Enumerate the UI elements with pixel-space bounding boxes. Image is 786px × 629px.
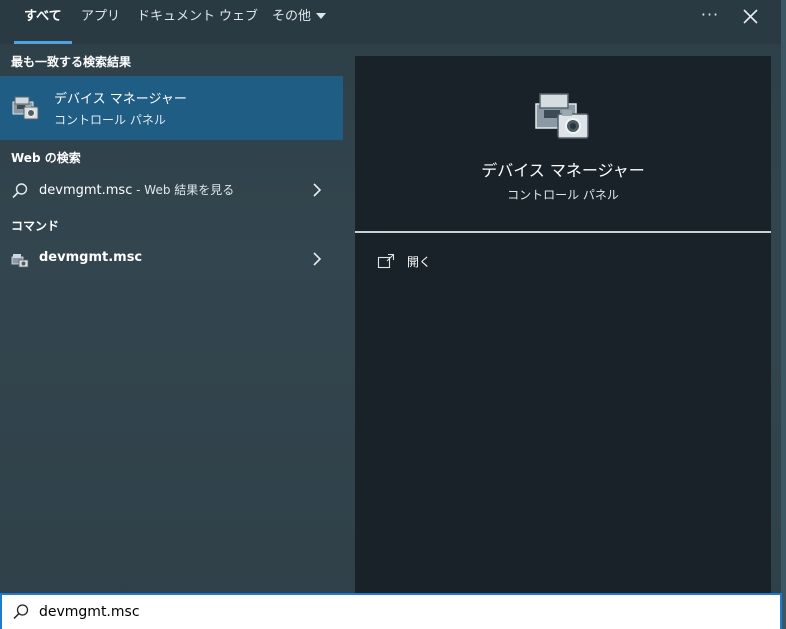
best-match-heading: 最も一致する検索結果 [11,55,132,69]
web-search-text: devmgmt.msc - Web 結果を見る [39,181,234,198]
preview-panel: デバイス マネージャー コントロール パネル 開く [355,56,771,593]
preview-divider [355,231,771,233]
best-match-subtitle: コントロール パネル [54,113,166,127]
web-search-query: devmgmt.msc [39,183,133,198]
commands-heading: コマンド [11,219,60,233]
windows-search-window: すべて アプリ ドキュメント ウェブ その他 ··· 最も一致する検索結果 デバ… [0,0,786,629]
more-options-button[interactable]: ··· [696,4,724,30]
web-search-heading: Web の検索 [11,151,81,165]
preview-subtitle: コントロール パネル [507,188,619,202]
tab-all-label: すべて [24,9,62,24]
chevron-right-icon [313,183,322,197]
preview-title: デバイス マネージャー [481,161,645,180]
search-icon [13,604,29,620]
tab-more[interactable]: その他 [272,0,327,44]
results-panel: 最も一致する検索結果 デバイス マネージャー コントロール パネル Web の検… [0,44,343,593]
search-box[interactable] [0,593,782,629]
best-match-title: デバイス マネージャー [54,92,187,107]
tab-apps-label: アプリ [81,9,121,24]
command-label: devmgmt.msc [39,250,143,265]
web-search-result[interactable]: devmgmt.msc - Web 結果を見る [0,173,343,207]
device-manager-icon [535,93,589,139]
tab-web-label: ウェブ [219,9,259,24]
best-match-result[interactable]: デバイス マネージャー コントロール パネル [0,76,343,140]
close-button[interactable] [738,4,764,30]
open-action[interactable]: 開く [377,252,497,274]
tab-apps[interactable]: アプリ [81,0,120,44]
search-icon [12,183,28,199]
chevron-down-icon [316,12,327,19]
window-edge [781,0,786,629]
tab-all[interactable]: すべて [14,0,72,44]
tab-documents[interactable]: ドキュメント [137,0,215,44]
tab-web[interactable]: ウェブ [219,0,258,44]
device-manager-icon [11,254,29,268]
search-input[interactable] [39,601,759,623]
more-icon: ··· [700,5,720,24]
close-icon [743,9,758,24]
command-result[interactable]: devmgmt.msc [0,242,343,276]
open-icon [377,253,395,269]
open-action-label: 開く [407,255,432,269]
web-search-suffix: - Web 結果を見る [132,183,235,197]
tab-documents-label: ドキュメント [137,9,216,24]
chevron-right-icon [313,252,322,266]
device-manager-icon [12,96,39,120]
tab-more-label: その他 [272,9,312,24]
search-tab-bar: すべて アプリ ドキュメント ウェブ その他 ··· [0,0,786,44]
